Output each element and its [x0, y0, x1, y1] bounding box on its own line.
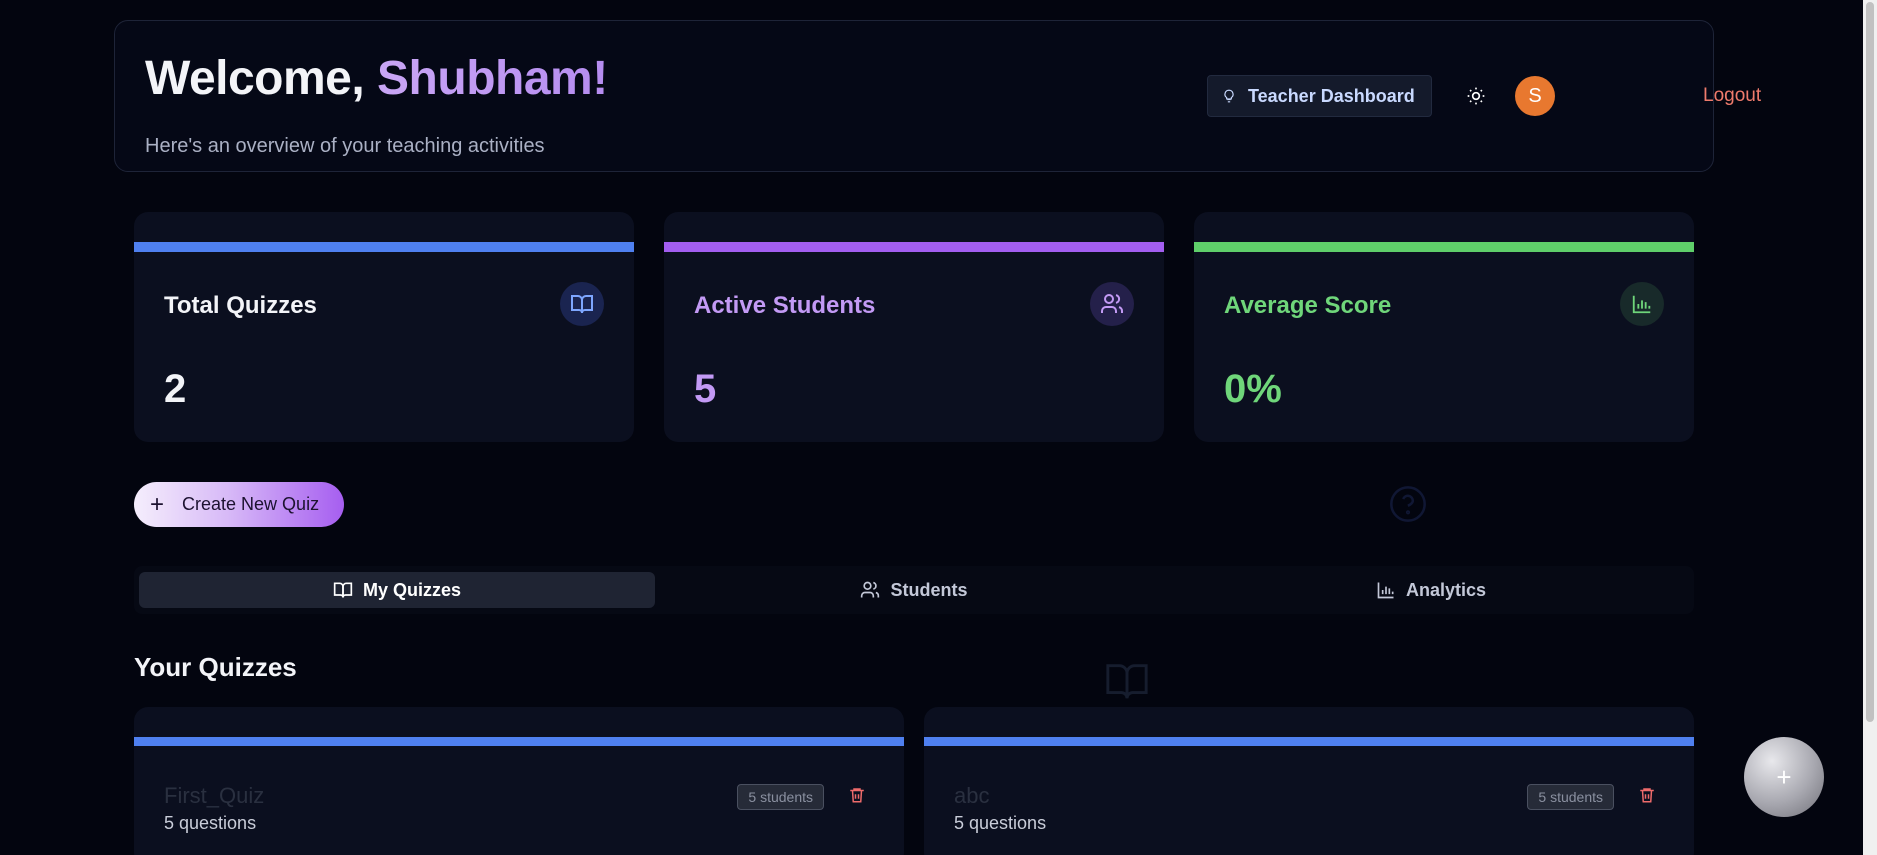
dashboard-header: Welcome, Shubham! Here's an overview of …	[114, 20, 1761, 172]
scrollbar[interactable]	[1863, 0, 1877, 855]
quiz-question-count: 5 questions	[954, 813, 1047, 833]
stat-icon-badge	[1090, 282, 1134, 326]
teacher-dashboard-label: Teacher Dashboard	[1248, 85, 1415, 106]
stat-accent-bar	[134, 242, 634, 252]
book-open-icon	[333, 582, 353, 598]
tab-students[interactable]: Students	[655, 572, 1173, 608]
dashboard-tabs: My Quizzes Students Analytics	[134, 566, 1694, 614]
tab-label: Analytics	[1405, 579, 1487, 600]
tab-label: Students	[890, 579, 968, 600]
stat-label: Average Score	[1224, 292, 1392, 319]
quiz-accent-bar	[134, 737, 904, 746]
stat-label: Active Students	[694, 292, 876, 319]
user-name: Shubham!	[377, 52, 608, 105]
tab-analytics[interactable]: Analytics	[1173, 572, 1689, 608]
create-new-quiz-button[interactable]: + Create New Quiz	[134, 482, 344, 527]
stat-label: Total Quizzes	[164, 292, 317, 319]
book-open-icon	[1106, 664, 1148, 699]
create-new-quiz-label: Create New Quiz	[182, 494, 320, 514]
stat-value: 5	[694, 367, 717, 411]
quiz-accent-bar	[924, 737, 1694, 746]
stat-card-average-score: Average Score 0%	[1194, 212, 1694, 442]
welcome-prefix: Welcome,	[145, 52, 378, 105]
quiz-question-count: 5 questions	[164, 813, 257, 833]
quiz-title: First_Quiz	[164, 783, 265, 808]
logout-button[interactable]: Logout	[1703, 85, 1761, 107]
sun-icon	[1467, 87, 1485, 105]
bar-chart-icon	[1377, 582, 1394, 599]
stat-icon-badge	[1620, 282, 1664, 326]
tab-my-quizzes[interactable]: My Quizzes	[139, 572, 655, 608]
stat-card-total-quizzes: Total Quizzes 2	[134, 212, 634, 442]
quiz-card[interactable]: First_Quiz 5 questions 5 students	[134, 707, 904, 855]
users-icon	[861, 581, 880, 598]
question-icon	[1390, 486, 1426, 522]
quiz-card[interactable]: abc 5 questions 5 students	[924, 707, 1694, 855]
stat-value: 2	[164, 367, 187, 411]
theme-toggle-button[interactable]	[1461, 81, 1491, 111]
delete-quiz-button[interactable]	[1638, 785, 1656, 810]
stat-icon-badge	[560, 282, 604, 326]
quiz-title: abc	[954, 783, 990, 808]
trash-icon	[850, 788, 864, 803]
bar-chart-icon	[1632, 295, 1651, 314]
floating-add-button[interactable]: +	[1744, 737, 1824, 817]
stat-accent-bar	[664, 242, 1164, 252]
stat-accent-bar	[1194, 242, 1694, 252]
page-subtitle: Here's an overview of your teaching acti…	[145, 135, 545, 157]
teacher-dashboard-button[interactable]: Teacher Dashboard	[1207, 75, 1432, 117]
delete-quiz-button[interactable]	[848, 785, 866, 810]
stat-value: 0%	[1224, 367, 1282, 411]
trash-icon	[1640, 788, 1654, 803]
book-open-icon	[571, 295, 593, 314]
students-badge: 5 students	[737, 784, 824, 810]
plus-icon: +	[150, 490, 165, 518]
avatar[interactable]: S	[1515, 76, 1555, 116]
stat-card-active-students: Active Students 5	[664, 212, 1164, 442]
students-badge: 5 students	[1527, 784, 1614, 810]
section-title: Your Quizzes	[134, 652, 297, 682]
page-title: Welcome, Shubham!	[145, 51, 608, 106]
users-icon	[1101, 294, 1124, 313]
scrollbar-thumb[interactable]	[1866, 2, 1874, 722]
lightbulb-icon	[1224, 89, 1234, 103]
tab-label: My Quizzes	[362, 579, 462, 600]
